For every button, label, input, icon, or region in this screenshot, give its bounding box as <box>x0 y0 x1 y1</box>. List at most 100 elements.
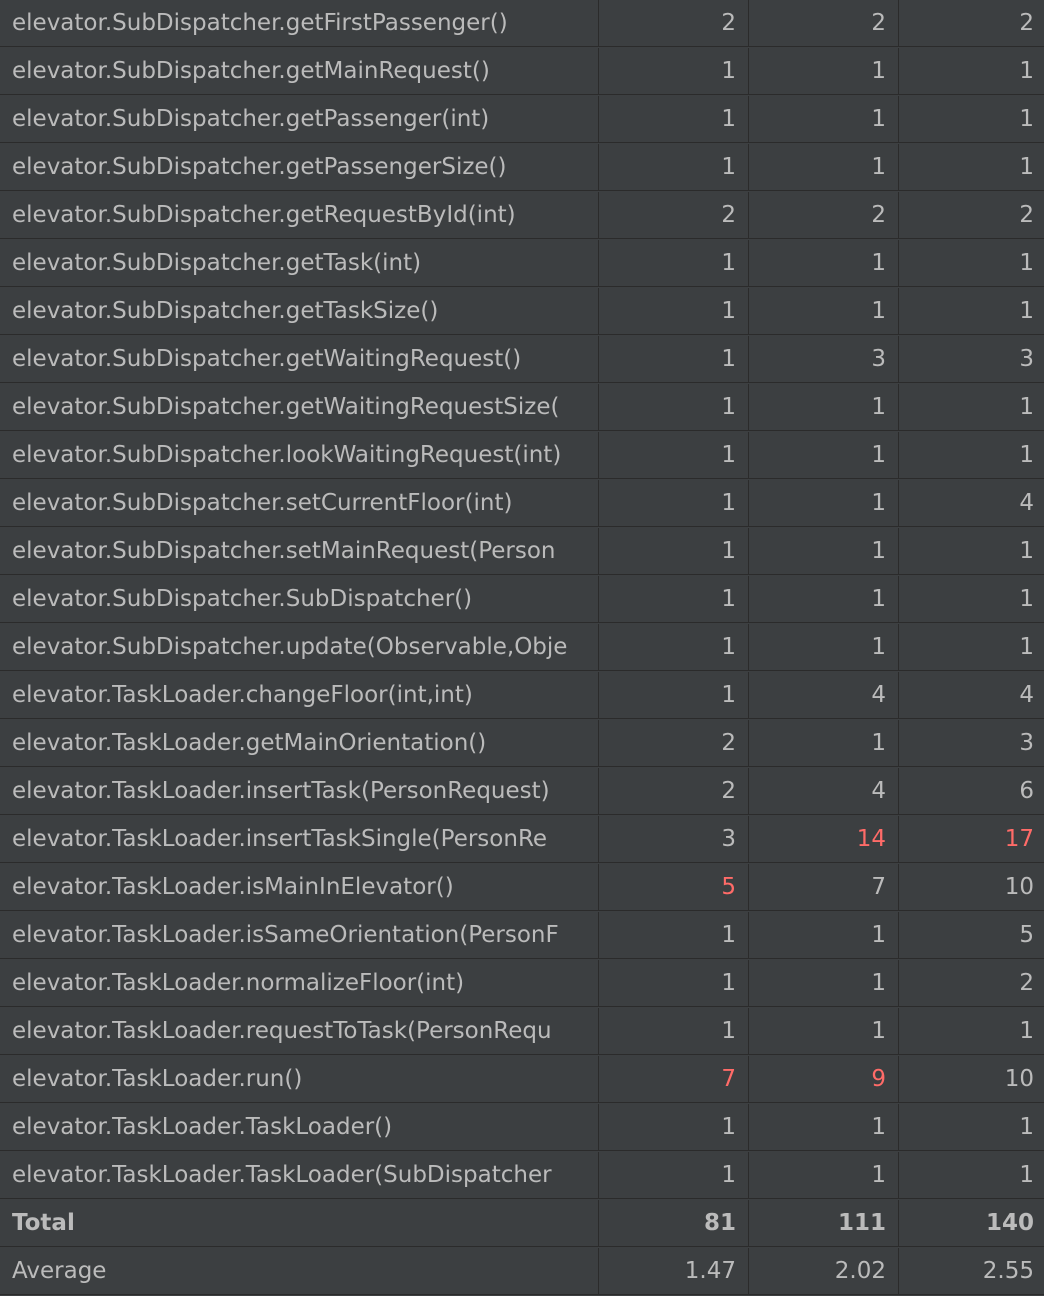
metric-value-cell-1: 1 <box>598 1008 748 1055</box>
metric-value-cell-3: 1 <box>898 48 1044 95</box>
metric-value-cell-2: 2 <box>748 0 898 47</box>
metric-value-cell-1: 81 <box>598 1200 748 1247</box>
metric-value-cell-1: 2 <box>598 720 748 767</box>
metrics-table: elevator.SubDispatcher.getFirstPassenger… <box>0 0 1044 1296</box>
method-name-cell: elevator.SubDispatcher.setCurrentFloor(i… <box>12 490 513 516</box>
metric-value-cell-3: 1 <box>898 1008 1044 1055</box>
table-row[interactable]: elevator.TaskLoader.requestToTask(Person… <box>0 1008 1044 1055</box>
metric-value-cell-1: 1 <box>598 144 748 191</box>
metric-value-cell-1: 3 <box>598 816 748 863</box>
table-row[interactable]: elevator.TaskLoader.getMainOrientation()… <box>0 720 1044 767</box>
method-name-cell: elevator.SubDispatcher.getTaskSize() <box>12 298 439 324</box>
metric-value-cell-3: 1 <box>898 528 1044 575</box>
metric-value-cell-3: 4 <box>898 480 1044 527</box>
metric-value-cell-3: 10 <box>898 864 1044 911</box>
total-row[interactable]: Total 81 111 140 <box>0 1200 1044 1247</box>
method-name-cell: elevator.TaskLoader.isSameOrientation(Pe… <box>12 922 559 948</box>
method-name-cell: elevator.SubDispatcher.getFirstPassenger… <box>12 10 508 36</box>
method-name-cell: elevator.SubDispatcher.getWaitingRequest… <box>12 394 560 420</box>
metric-value-cell-1: 1 <box>598 288 748 335</box>
table-row[interactable]: elevator.TaskLoader.isSameOrientation(Pe… <box>0 912 1044 959</box>
metric-value-cell-2: 1 <box>748 432 898 479</box>
table-row[interactable]: elevator.SubDispatcher.getTaskSize() 1 1 1 <box>0 288 1044 335</box>
metric-value-cell-3: 1 <box>898 384 1044 431</box>
table-row[interactable]: elevator.SubDispatcher.getPassenger(int)… <box>0 96 1044 143</box>
method-name-cell: elevator.TaskLoader.TaskLoader() <box>12 1114 393 1140</box>
method-name-cell: elevator.TaskLoader.run() <box>12 1066 303 1092</box>
metric-value-cell-2: 1 <box>748 720 898 767</box>
metric-value-cell-2: 1 <box>748 960 898 1007</box>
metric-value-cell-1: 1 <box>598 1152 748 1199</box>
method-name-cell: elevator.TaskLoader.insertTask(PersonReq… <box>12 778 550 804</box>
metric-value-cell-3: 5 <box>898 912 1044 959</box>
method-name-cell: elevator.TaskLoader.TaskLoader(SubDispat… <box>12 1162 552 1188</box>
method-name-cell: elevator.SubDispatcher.getWaitingRequest… <box>12 346 522 372</box>
metric-value-cell-3: 1 <box>898 576 1044 623</box>
metric-value-cell-2: 1 <box>748 480 898 527</box>
table-row[interactable]: elevator.SubDispatcher.setCurrentFloor(i… <box>0 480 1044 527</box>
metric-value-cell-3: 1 <box>898 624 1044 671</box>
summary-label: Total <box>12 1210 75 1236</box>
table-row[interactable]: elevator.SubDispatcher.getPassengerSize(… <box>0 144 1044 191</box>
metric-value-cell-1: 1 <box>598 336 748 383</box>
metric-value-cell-1: 1 <box>598 576 748 623</box>
metric-value-cell-2: 7 <box>748 864 898 911</box>
metric-value-cell-2: 4 <box>748 768 898 815</box>
table-row[interactable]: elevator.SubDispatcher.update(Observable… <box>0 624 1044 671</box>
table-row[interactable]: elevator.SubDispatcher.getWaitingRequest… <box>0 336 1044 383</box>
metric-value-cell-2: 1 <box>748 1008 898 1055</box>
table-row[interactable]: elevator.TaskLoader.normalizeFloor(int) 1… <box>0 960 1044 1007</box>
metric-value-cell-3: 2 <box>898 192 1044 239</box>
table-row[interactable]: elevator.TaskLoader.TaskLoader(SubDispat… <box>0 1152 1044 1199</box>
metric-value-cell-1: 1 <box>598 432 748 479</box>
metric-value-cell-2: 9 <box>748 1056 898 1103</box>
table-row[interactable]: elevator.SubDispatcher.setMainRequest(Pe… <box>0 528 1044 575</box>
metric-value-cell-1: 1 <box>598 240 748 287</box>
metric-value-cell-3: 1 <box>898 96 1044 143</box>
method-name-cell: elevator.SubDispatcher.setMainRequest(Pe… <box>12 538 556 564</box>
table-row[interactable]: elevator.TaskLoader.insertTaskSingle(Per… <box>0 816 1044 863</box>
metric-value-cell-2: 1 <box>748 912 898 959</box>
metric-value-cell-2: 14 <box>748 816 898 863</box>
metric-value-cell-1: 1 <box>598 1104 748 1151</box>
table-row[interactable]: elevator.SubDispatcher.getTask(int) 1 1 1 <box>0 240 1044 287</box>
table-row[interactable]: elevator.TaskLoader.isMainInElevator() 5 7… <box>0 864 1044 911</box>
metric-value-cell-2: 1 <box>748 48 898 95</box>
table-row[interactable]: elevator.SubDispatcher.SubDispatcher() 1 1… <box>0 576 1044 623</box>
table-row[interactable]: elevator.SubDispatcher.getRequestById(in… <box>0 192 1044 239</box>
metric-value-cell-3: 2 <box>898 0 1044 47</box>
metric-value-cell-1: 1 <box>598 48 748 95</box>
metric-value-cell-2: 1 <box>748 528 898 575</box>
table-row[interactable]: elevator.SubDispatcher.lookWaitingReques… <box>0 432 1044 479</box>
table-row[interactable]: elevator.SubDispatcher.getWaitingRequest… <box>0 384 1044 431</box>
metric-value-cell-1: 1 <box>598 960 748 1007</box>
metric-value-cell-3: 1 <box>898 144 1044 191</box>
method-name-cell: elevator.TaskLoader.normalizeFloor(int) <box>12 970 465 996</box>
metric-value-cell-2: 111 <box>748 1200 898 1247</box>
summary-label: Average <box>12 1258 107 1284</box>
metric-value-cell-2: 3 <box>748 336 898 383</box>
metric-value-cell-1: 2 <box>598 0 748 47</box>
metric-value-cell-2: 1 <box>748 288 898 335</box>
method-name-cell: elevator.TaskLoader.isMainInElevator() <box>12 874 454 900</box>
table-row[interactable]: elevator.TaskLoader.changeFloor(int,int)… <box>0 672 1044 719</box>
metric-value-cell-3: 1 <box>898 432 1044 479</box>
average-row[interactable]: Average 1.47 2.02 2.55 <box>0 1248 1044 1295</box>
metric-value-cell-3: 4 <box>898 672 1044 719</box>
metric-value-cell-1: 2 <box>598 192 748 239</box>
metric-value-cell-1: 1 <box>598 672 748 719</box>
metric-value-cell-3: 10 <box>898 1056 1044 1103</box>
metric-value-cell-3: 140 <box>898 1200 1044 1247</box>
method-name-cell: elevator.SubDispatcher.lookWaitingReques… <box>12 442 562 468</box>
table-row[interactable]: elevator.SubDispatcher.getFirstPassenger… <box>0 0 1044 47</box>
table-row[interactable]: elevator.TaskLoader.TaskLoader() 1 1 1 <box>0 1104 1044 1151</box>
table-row[interactable]: elevator.TaskLoader.insertTask(PersonReq… <box>0 768 1044 815</box>
metric-value-cell-2: 1 <box>748 384 898 431</box>
method-name-cell: elevator.SubDispatcher.getRequestById(in… <box>12 202 516 228</box>
metric-value-cell-2: 1 <box>748 144 898 191</box>
metric-value-cell-1: 1 <box>598 384 748 431</box>
metric-value-cell-2: 1 <box>748 240 898 287</box>
table-row[interactable]: elevator.TaskLoader.run() 7 9 10 <box>0 1056 1044 1103</box>
table-row[interactable]: elevator.SubDispatcher.getMainRequest() 1… <box>0 48 1044 95</box>
metric-value-cell-3: 2 <box>898 960 1044 1007</box>
